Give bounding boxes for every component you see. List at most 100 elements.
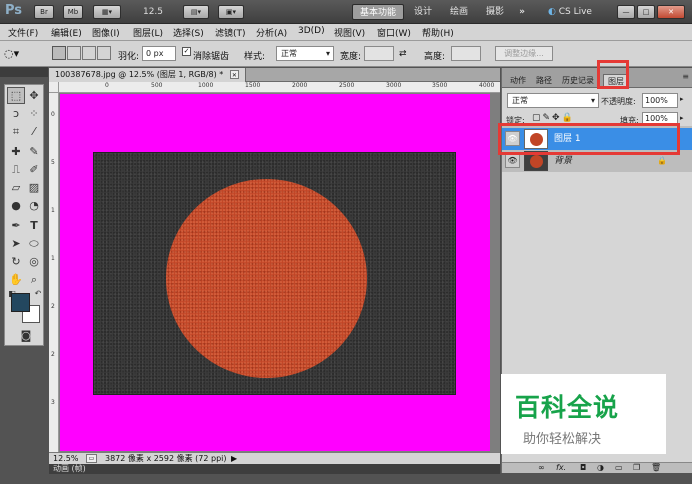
healing-brush-tool-icon[interactable]: ✚ (7, 143, 25, 160)
menu-file[interactable]: 文件(F) (8, 26, 38, 39)
subtract-selection-icon[interactable] (82, 46, 96, 60)
eyedropper-tool-icon[interactable]: ⁄ (25, 123, 43, 140)
more-workspaces-button[interactable]: » (513, 4, 531, 20)
close-tab-icon[interactable]: ✕ (229, 70, 239, 79)
tab-paths[interactable]: 路径 (532, 74, 556, 88)
opacity-input[interactable]: 100% (642, 93, 678, 108)
workspace-photography[interactable]: 摄影 (482, 4, 508, 20)
mask-icon[interactable]: ◘ (580, 463, 586, 472)
layers-panel-footer: ∞ fx. ◘ ◑ ▭ ❐ 🗑 (502, 462, 692, 473)
adjustment-icon[interactable]: ◑ (597, 463, 604, 472)
workspace-design[interactable]: 设计 (410, 4, 436, 20)
style-select[interactable]: 正常 ▾ (276, 46, 334, 61)
intersect-selection-icon[interactable] (97, 46, 111, 60)
swap-colors-icon[interactable]: ↶ (33, 288, 43, 298)
tab-history[interactable]: 历史记录 (558, 74, 598, 88)
cs-live-button[interactable]: ◐ CS Live (548, 4, 606, 20)
fill-slider-icon[interactable]: ▸ (680, 114, 684, 122)
screen-mode-button[interactable]: ▣▾ (218, 5, 244, 19)
add-selection-icon[interactable] (67, 46, 81, 60)
document-window: 100387678.jpg @ 12.5% (图层 1, RGB/8) * ✕ … (49, 68, 500, 474)
blur-tool-icon[interactable]: ● (7, 197, 25, 214)
opacity-slider-icon[interactable]: ▸ (680, 95, 684, 103)
menu-image[interactable]: 图像(I) (92, 26, 120, 39)
foreground-color-swatch[interactable] (11, 293, 30, 312)
new-layer-icon[interactable]: ❐ (633, 463, 640, 472)
zoom-field[interactable]: 12.5% (53, 453, 78, 464)
menu-edit[interactable]: 编辑(E) (51, 26, 82, 39)
view-extras-button[interactable]: ▦▾ (93, 5, 121, 19)
zoom-level-select[interactable]: 12.5 (140, 4, 166, 20)
close-window-button[interactable]: ✕ (657, 5, 685, 19)
lock-icons[interactable]: ▢✎✥🔒 (532, 113, 575, 123)
trash-icon[interactable]: 🗑 (651, 463, 661, 472)
antialias-checkbox[interactable]: ✓ (182, 47, 191, 56)
eye-icon[interactable]: 👁 (505, 153, 520, 168)
menu-filter[interactable]: 滤镜(T) (215, 26, 246, 39)
quick-mask-icon[interactable]: ◙ (17, 327, 35, 344)
eraser-tool-icon[interactable]: ▱ (7, 179, 25, 196)
link-icon[interactable]: ∞ (538, 463, 545, 472)
shape-tool-icon[interactable]: ⬭ (25, 235, 43, 252)
arrange-documents-button[interactable]: ▤▾ (183, 5, 209, 19)
marquee-preset-icon[interactable]: ◌▾ (4, 47, 19, 60)
cs-live-icon: ◐ (548, 7, 559, 17)
image-canvas[interactable] (60, 94, 490, 451)
menu-layer[interactable]: 图层(L) (133, 26, 163, 39)
maximize-button[interactable]: □ (637, 5, 655, 19)
menu-window[interactable]: 窗口(W) (377, 26, 411, 39)
workspace-painting[interactable]: 绘画 (446, 4, 472, 20)
quick-select-tool-icon[interactable]: ⁘ (25, 105, 43, 122)
3d-rotate-tool-icon[interactable]: ↻ (7, 253, 25, 270)
red-disc (166, 179, 367, 378)
type-tool-icon[interactable]: T (25, 217, 43, 234)
blend-mode-select[interactable]: 正常 ▾ (507, 93, 599, 108)
dodge-tool-icon[interactable]: ◔ (25, 197, 43, 214)
menu-analysis[interactable]: 分析(A) (256, 26, 287, 39)
menu-select[interactable]: 选择(S) (173, 26, 204, 39)
feather-input[interactable]: 0 px (142, 46, 176, 61)
lasso-tool-icon[interactable]: ↄ (7, 105, 25, 122)
document-tab[interactable]: 100387678.jpg @ 12.5% (图层 1, RGB/8) * ✕ (49, 68, 246, 82)
new-selection-icon[interactable] (52, 46, 66, 60)
menu-3d[interactable]: 3D(D) (298, 26, 325, 36)
gradient-tool-icon[interactable]: ▨ (25, 179, 43, 196)
refine-edge-button[interactable]: 调整边缘... (495, 46, 553, 61)
move-tool-icon[interactable]: ✥ (25, 87, 43, 104)
crop-tool-icon[interactable]: ⌗ (7, 123, 25, 140)
minimize-button[interactable]: — (617, 5, 635, 19)
ruler-label: 3000 (386, 82, 402, 89)
tab-actions[interactable]: 动作 (506, 74, 530, 88)
swap-dimensions-icon[interactable]: ⇄ (399, 49, 407, 59)
brush-tool-icon[interactable]: ✎ (25, 143, 43, 160)
pen-tool-icon[interactable]: ✒ (7, 217, 25, 234)
menu-help[interactable]: 帮助(H) (422, 26, 454, 39)
zoom-tool-icon[interactable]: ⌕ (25, 271, 43, 288)
path-select-tool-icon[interactable]: ➤ (7, 235, 25, 252)
blend-mode-value: 正常 (512, 96, 528, 105)
animation-panel-bar[interactable]: 动画 (帧) (49, 464, 500, 474)
width-label: 宽度: (340, 52, 362, 62)
status-menu-icon[interactable]: ▶ (231, 453, 237, 464)
rect-marquee-tool-icon[interactable]: ⬚ (7, 87, 25, 104)
folder-icon[interactable]: ▭ (615, 463, 623, 472)
vertical-ruler[interactable]: 0 5 1 1 2 2 3 (49, 93, 59, 461)
panel-menu-icon[interactable]: ≡ (682, 72, 689, 81)
menu-view[interactable]: 视图(V) (334, 26, 365, 39)
hand-tool-icon[interactable]: ✋ (7, 271, 25, 288)
feather-label: 羽化: (118, 52, 140, 62)
workspace-essentials[interactable]: 基本功能 (352, 4, 404, 20)
opacity-label: 不透明度: (601, 97, 636, 106)
ruler-label: 3 (51, 399, 55, 406)
height-input[interactable] (451, 46, 481, 61)
mini-bridge-button[interactable]: Mb (63, 5, 83, 19)
3d-orbit-tool-icon[interactable]: ◎ (25, 253, 43, 270)
history-brush-tool-icon[interactable]: ✐ (25, 161, 43, 178)
fx-icon[interactable]: fx. (556, 463, 566, 472)
status-preview-icon[interactable]: ▭ (86, 454, 97, 463)
ruler-origin[interactable] (49, 82, 59, 93)
width-input[interactable] (364, 46, 394, 61)
horizontal-ruler[interactable]: 0 500 1000 1500 2000 2500 3000 3500 4000 (59, 82, 500, 93)
clone-stamp-tool-icon[interactable]: ⎍ (7, 161, 25, 178)
bridge-button[interactable]: Br (34, 5, 54, 19)
